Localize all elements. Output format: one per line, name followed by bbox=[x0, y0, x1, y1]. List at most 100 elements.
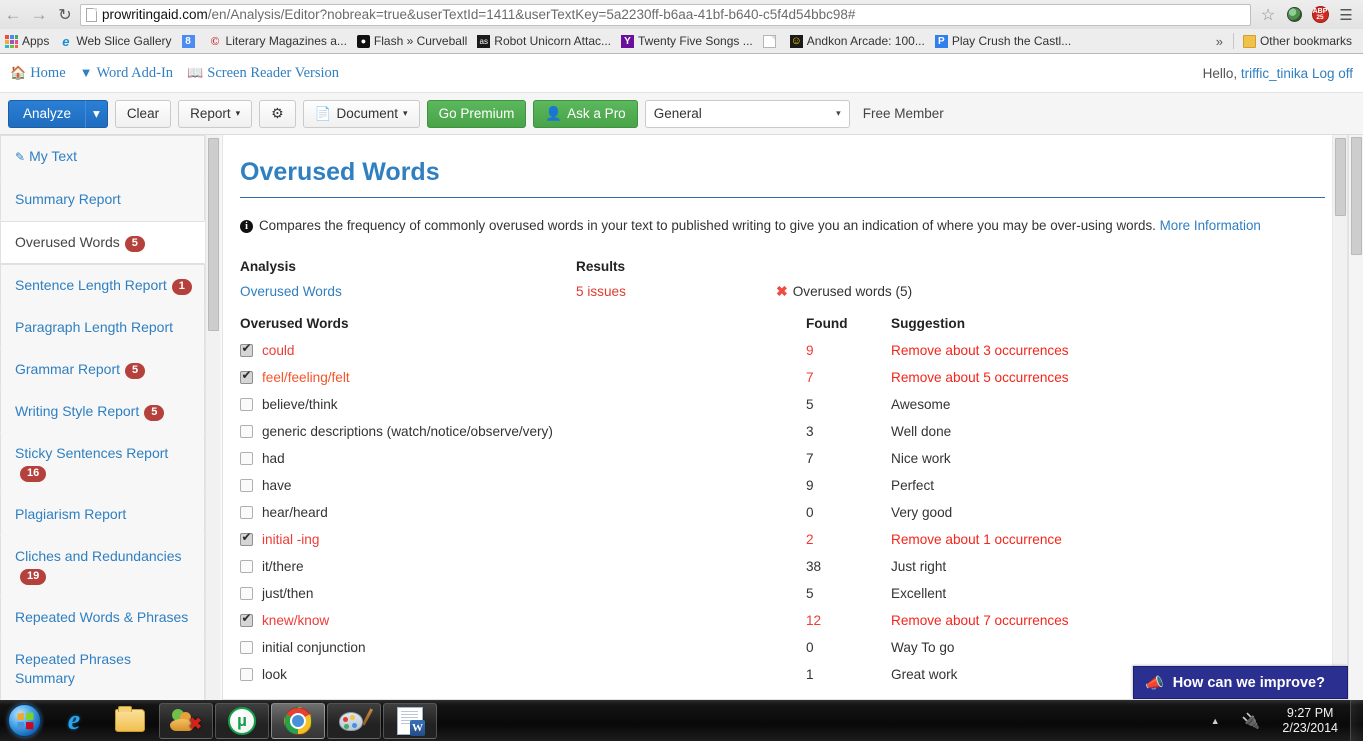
bookmark-apps[interactable]: Apps bbox=[0, 31, 54, 51]
unplug-device-icon[interactable]: 🔌 bbox=[1232, 712, 1271, 730]
row-checkbox[interactable] bbox=[240, 369, 253, 384]
row-checkbox[interactable] bbox=[240, 425, 253, 438]
analysis-overused-words-link[interactable]: Overused Words bbox=[240, 284, 342, 299]
sidebar-item-my-text[interactable]: ✎ My Text bbox=[0, 135, 205, 179]
document-page-icon: 📄 bbox=[314, 105, 332, 121]
bookmark-label: Robot Unicorn Attac... bbox=[494, 34, 612, 48]
bookmark-literary-magazines[interactable]: © Literary Magazines a... bbox=[204, 31, 352, 51]
taskbar-utorrent[interactable]: µ bbox=[215, 702, 269, 739]
table-row[interactable]: have 9 Perfect bbox=[240, 472, 1325, 499]
writing-style-select[interactable]: General ▾ bbox=[644, 99, 850, 128]
bookmark-blank[interactable] bbox=[758, 31, 785, 51]
username-link[interactable]: triffic_tinika bbox=[1241, 66, 1308, 81]
sidebar-item-writing-style-report[interactable]: Writing Style Report 5 bbox=[0, 391, 205, 433]
back-arrow-icon[interactable]: ← bbox=[0, 2, 26, 28]
sidebar-item-summary-report[interactable]: Summary Report bbox=[0, 179, 205, 221]
app-toolbar: Analyze ▾ Clear Report ▾ ⚙ 📄 Document ▾ … bbox=[0, 93, 1363, 135]
page-scrollbar[interactable] bbox=[1348, 135, 1363, 700]
report-button[interactable]: Report ▾ bbox=[178, 99, 253, 128]
table-row[interactable]: could 9 Remove about 3 occurrences bbox=[240, 337, 1325, 364]
row-checkbox[interactable] bbox=[240, 479, 253, 492]
table-row[interactable]: believe/think 5 Awesome bbox=[240, 391, 1325, 418]
adblock-plus-icon[interactable]: ABP 25 bbox=[1307, 2, 1333, 28]
bookmark-web-slice-gallery[interactable]: e Web Slice Gallery bbox=[54, 31, 176, 51]
more-information-link[interactable]: More Information bbox=[1160, 218, 1261, 233]
hamburger-menu-icon[interactable]: ☰ bbox=[1333, 2, 1359, 28]
table-row[interactable]: knew/know 12 Remove about 7 occurrences bbox=[240, 607, 1325, 634]
address-bar[interactable]: prowritingaid.com/en/Analysis/Editor?nob… bbox=[80, 3, 1251, 26]
analyze-dropdown-caret[interactable]: ▾ bbox=[85, 99, 108, 128]
nav-screen-reader-version[interactable]: 📖 Screen Reader Version bbox=[187, 65, 339, 82]
windows-start-orb-icon[interactable] bbox=[2, 702, 46, 740]
sidebar-item-repeated-words-and-phrases[interactable]: Repeated Words & Phrases bbox=[0, 597, 205, 639]
row-checkbox[interactable] bbox=[240, 587, 253, 600]
taskbar-file-explorer[interactable] bbox=[103, 703, 157, 739]
table-row[interactable]: feel/feeling/felt 7 Remove about 5 occur… bbox=[240, 364, 1325, 391]
table-row[interactable]: just/then 5 Excellent bbox=[240, 580, 1325, 607]
bookmarks-overflow-chevron[interactable]: » bbox=[1210, 34, 1229, 49]
taskbar-internet-explorer[interactable]: e bbox=[47, 703, 101, 739]
sidebar-scrollbar[interactable] bbox=[205, 135, 220, 700]
row-checkbox[interactable] bbox=[240, 452, 253, 465]
tray-expand-arrow-icon[interactable]: ▲ bbox=[1199, 716, 1232, 726]
sidebar-item-grammar-report[interactable]: Grammar Report 5 bbox=[0, 349, 205, 391]
other-bookmarks-folder[interactable]: Other bookmarks bbox=[1238, 31, 1357, 51]
row-checkbox[interactable] bbox=[240, 398, 253, 411]
settings-button[interactable]: ⚙ bbox=[259, 99, 296, 128]
taskbar-paint[interactable] bbox=[327, 702, 381, 739]
row-checkbox[interactable] bbox=[240, 531, 253, 546]
star-icon[interactable]: ☆ bbox=[1255, 2, 1281, 28]
sidebar-scrollbar-thumb[interactable] bbox=[208, 138, 219, 331]
forward-arrow-icon[interactable]: → bbox=[26, 2, 52, 28]
content-scrollbar-thumb[interactable] bbox=[1335, 138, 1346, 216]
sidebar-item-repeated-phrases-summary[interactable]: Repeated Phrases Summary bbox=[0, 639, 205, 700]
table-row[interactable]: initial conjunction 0 Way To go bbox=[240, 634, 1325, 661]
row-checkbox[interactable] bbox=[240, 668, 253, 681]
sidebar-item-sentence-length-report[interactable]: Sentence Length Report 1 bbox=[0, 264, 205, 307]
content-scrollbar[interactable] bbox=[1332, 135, 1347, 699]
row-checkbox[interactable] bbox=[240, 641, 253, 654]
bookmark-google[interactable]: 8 bbox=[177, 31, 204, 51]
sidebar-item-cliches-and-redundancies[interactable]: Cliches and Redundancies 19 bbox=[0, 536, 205, 597]
taskbar-google-chrome[interactable] bbox=[271, 702, 325, 739]
page-scrollbar-thumb[interactable] bbox=[1351, 137, 1362, 255]
taskbar-microsoft-word[interactable]: W bbox=[383, 702, 437, 739]
row-checkbox[interactable] bbox=[240, 560, 253, 573]
table-row[interactable]: hear/heard 0 Very good bbox=[240, 499, 1325, 526]
sidebar-item-plagiarism-report[interactable]: Plagiarism Report bbox=[0, 494, 205, 536]
nav-word-add-in[interactable]: ▼ Word Add-In bbox=[80, 65, 173, 82]
clock[interactable]: 9:27 PM 2/23/2014 bbox=[1270, 706, 1350, 736]
nav-screen-reader-label: Screen Reader Version bbox=[207, 64, 340, 81]
row-checkbox[interactable] bbox=[240, 342, 253, 357]
reload-icon[interactable]: ↻ bbox=[52, 2, 78, 28]
messenger-icon: ✖ bbox=[170, 708, 202, 734]
row-checkbox[interactable] bbox=[240, 612, 253, 627]
globe-extension-icon[interactable] bbox=[1281, 2, 1307, 28]
bookmark-robot-unicorn[interactable]: as Robot Unicorn Attac... bbox=[472, 31, 616, 51]
system-tray: ▲ 🔌 9:27 PM 2/23/2014 bbox=[1199, 700, 1363, 741]
browser-chrome: ← → ↻ prowritingaid.com/en/Analysis/Edit… bbox=[0, 0, 1363, 54]
word-label: knew/know bbox=[262, 613, 330, 628]
bookmark-twenty-five-songs[interactable]: Y Twenty Five Songs ... bbox=[616, 31, 758, 51]
table-row[interactable]: generic descriptions (watch/notice/obser… bbox=[240, 418, 1325, 445]
show-desktop-button[interactable] bbox=[1350, 700, 1363, 741]
table-row[interactable]: initial -ing 2 Remove about 1 occurrence bbox=[240, 526, 1325, 553]
bookmark-andkon-arcade[interactable]: ☺ Andkon Arcade: 100... bbox=[785, 31, 930, 51]
table-row[interactable]: had 7 Nice work bbox=[240, 445, 1325, 472]
table-row[interactable]: it/there 38 Just right bbox=[240, 553, 1325, 580]
bookmark-flash-curveball[interactable]: ● Flash » Curveball bbox=[352, 31, 472, 51]
sidebar-item-paragraph-length-report[interactable]: Paragraph Length Report bbox=[0, 307, 205, 349]
sidebar-item-overused-words[interactable]: Overused Words 5 bbox=[0, 221, 205, 264]
sidebar-item-sticky-sentences-report[interactable]: Sticky Sentences Report 16 bbox=[0, 433, 205, 494]
feedback-widget[interactable]: 📣 How can we improve? bbox=[1133, 666, 1348, 699]
ask-a-pro-button[interactable]: 👤 Ask a Pro bbox=[533, 99, 638, 128]
taskbar-windows-live-messenger[interactable]: ✖ bbox=[159, 702, 213, 739]
logoff-link[interactable]: Log off bbox=[1312, 66, 1353, 81]
row-checkbox[interactable] bbox=[240, 506, 253, 519]
document-button[interactable]: 📄 Document ▾ bbox=[302, 99, 420, 128]
clear-button[interactable]: Clear bbox=[114, 99, 172, 128]
go-premium-button[interactable]: Go Premium bbox=[426, 99, 527, 128]
analyze-button[interactable]: Analyze bbox=[8, 99, 86, 128]
nav-home[interactable]: 🏠 Home bbox=[10, 65, 66, 82]
bookmark-crush-the-castle[interactable]: P Play Crush the Castl... bbox=[930, 31, 1076, 51]
